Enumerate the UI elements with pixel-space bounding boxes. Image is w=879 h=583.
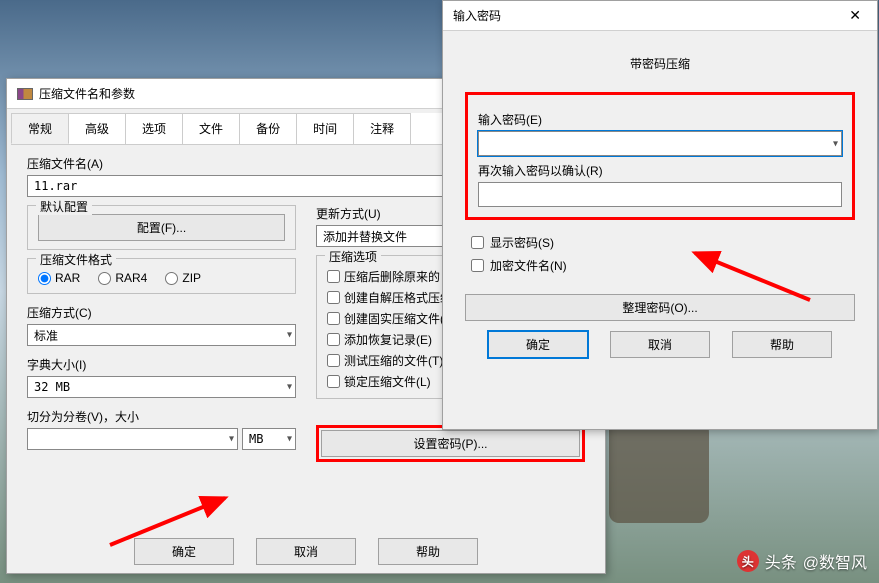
format-rar4[interactable]: RAR4	[98, 271, 147, 285]
volume-size-input[interactable]	[27, 428, 238, 450]
main-cancel-button[interactable]: 取消	[256, 538, 356, 565]
volume-unit-select[interactable]	[242, 428, 296, 450]
main-button-row: 确定 取消 帮助	[7, 528, 605, 565]
confirm-password-label: 再次输入密码以确认(R)	[478, 162, 842, 179]
show-password-checkbox[interactable]: 显示密码(S)	[471, 234, 855, 251]
pwd-help-button[interactable]: 帮助	[732, 331, 832, 358]
tab-options[interactable]: 选项	[125, 113, 183, 144]
watermark: 头 头条 @数智风	[737, 549, 867, 573]
tab-advanced[interactable]: 高级	[68, 113, 126, 144]
password-dialog: 输入密码 ✕ 带密码压缩 输入密码(E) ▾ 再次输入密码以确认(R) 显示密码…	[442, 0, 878, 430]
tab-time[interactable]: 时间	[296, 113, 354, 144]
format-label: 压缩文件格式	[36, 251, 116, 268]
password-dialog-titlebar: 输入密码 ✕	[443, 1, 877, 31]
format-rar[interactable]: RAR	[38, 271, 80, 285]
profile-label: 默认配置	[36, 198, 92, 215]
compress-dialog-title: 压缩文件名和参数	[39, 85, 135, 102]
password-dialog-title: 输入密码	[453, 7, 501, 24]
method-select[interactable]	[27, 324, 296, 346]
options-label: 压缩选项	[325, 248, 381, 265]
password-heading: 带密码压缩	[465, 55, 855, 72]
pwd-cancel-button[interactable]: 取消	[610, 331, 710, 358]
dict-label: 字典大小(I)	[27, 356, 296, 373]
tab-backup[interactable]: 备份	[239, 113, 297, 144]
profile-button[interactable]: 配置(F)...	[38, 214, 285, 241]
tab-general[interactable]: 常规	[11, 113, 69, 144]
watermark-icon: 头	[737, 550, 759, 572]
main-help-button[interactable]: 帮助	[378, 538, 478, 565]
enter-password-input[interactable]	[478, 131, 842, 156]
profile-group: 默认配置 配置(F)...	[27, 205, 296, 250]
pwd-ok-button[interactable]: 确定	[488, 331, 588, 358]
set-password-button[interactable]: 设置密码(P)...	[321, 430, 580, 457]
enter-password-label: 输入密码(E)	[478, 111, 842, 128]
format-group: 压缩文件格式 RAR RAR4 ZIP	[27, 258, 296, 294]
encrypt-filenames-checkbox[interactable]: 加密文件名(N)	[471, 257, 855, 274]
dict-select[interactable]	[27, 376, 296, 398]
method-label: 压缩方式(C)	[27, 304, 296, 321]
tab-files[interactable]: 文件	[182, 113, 240, 144]
format-zip[interactable]: ZIP	[165, 271, 201, 285]
close-icon[interactable]: ✕	[843, 7, 867, 24]
main-ok-button[interactable]: 确定	[134, 538, 234, 565]
winrar-icon	[17, 88, 33, 100]
set-password-highlight: 设置密码(P)...	[316, 425, 585, 462]
organize-passwords-button[interactable]: 整理密码(O)...	[465, 294, 855, 321]
watermark-prefix: 头条	[765, 549, 797, 573]
tab-comment[interactable]: 注释	[353, 113, 411, 144]
password-fields-highlight: 输入密码(E) ▾ 再次输入密码以确认(R)	[465, 92, 855, 220]
volume-label: 切分为分卷(V)，大小	[27, 408, 296, 425]
watermark-author: @数智风	[803, 549, 867, 573]
confirm-password-input[interactable]	[478, 182, 842, 207]
